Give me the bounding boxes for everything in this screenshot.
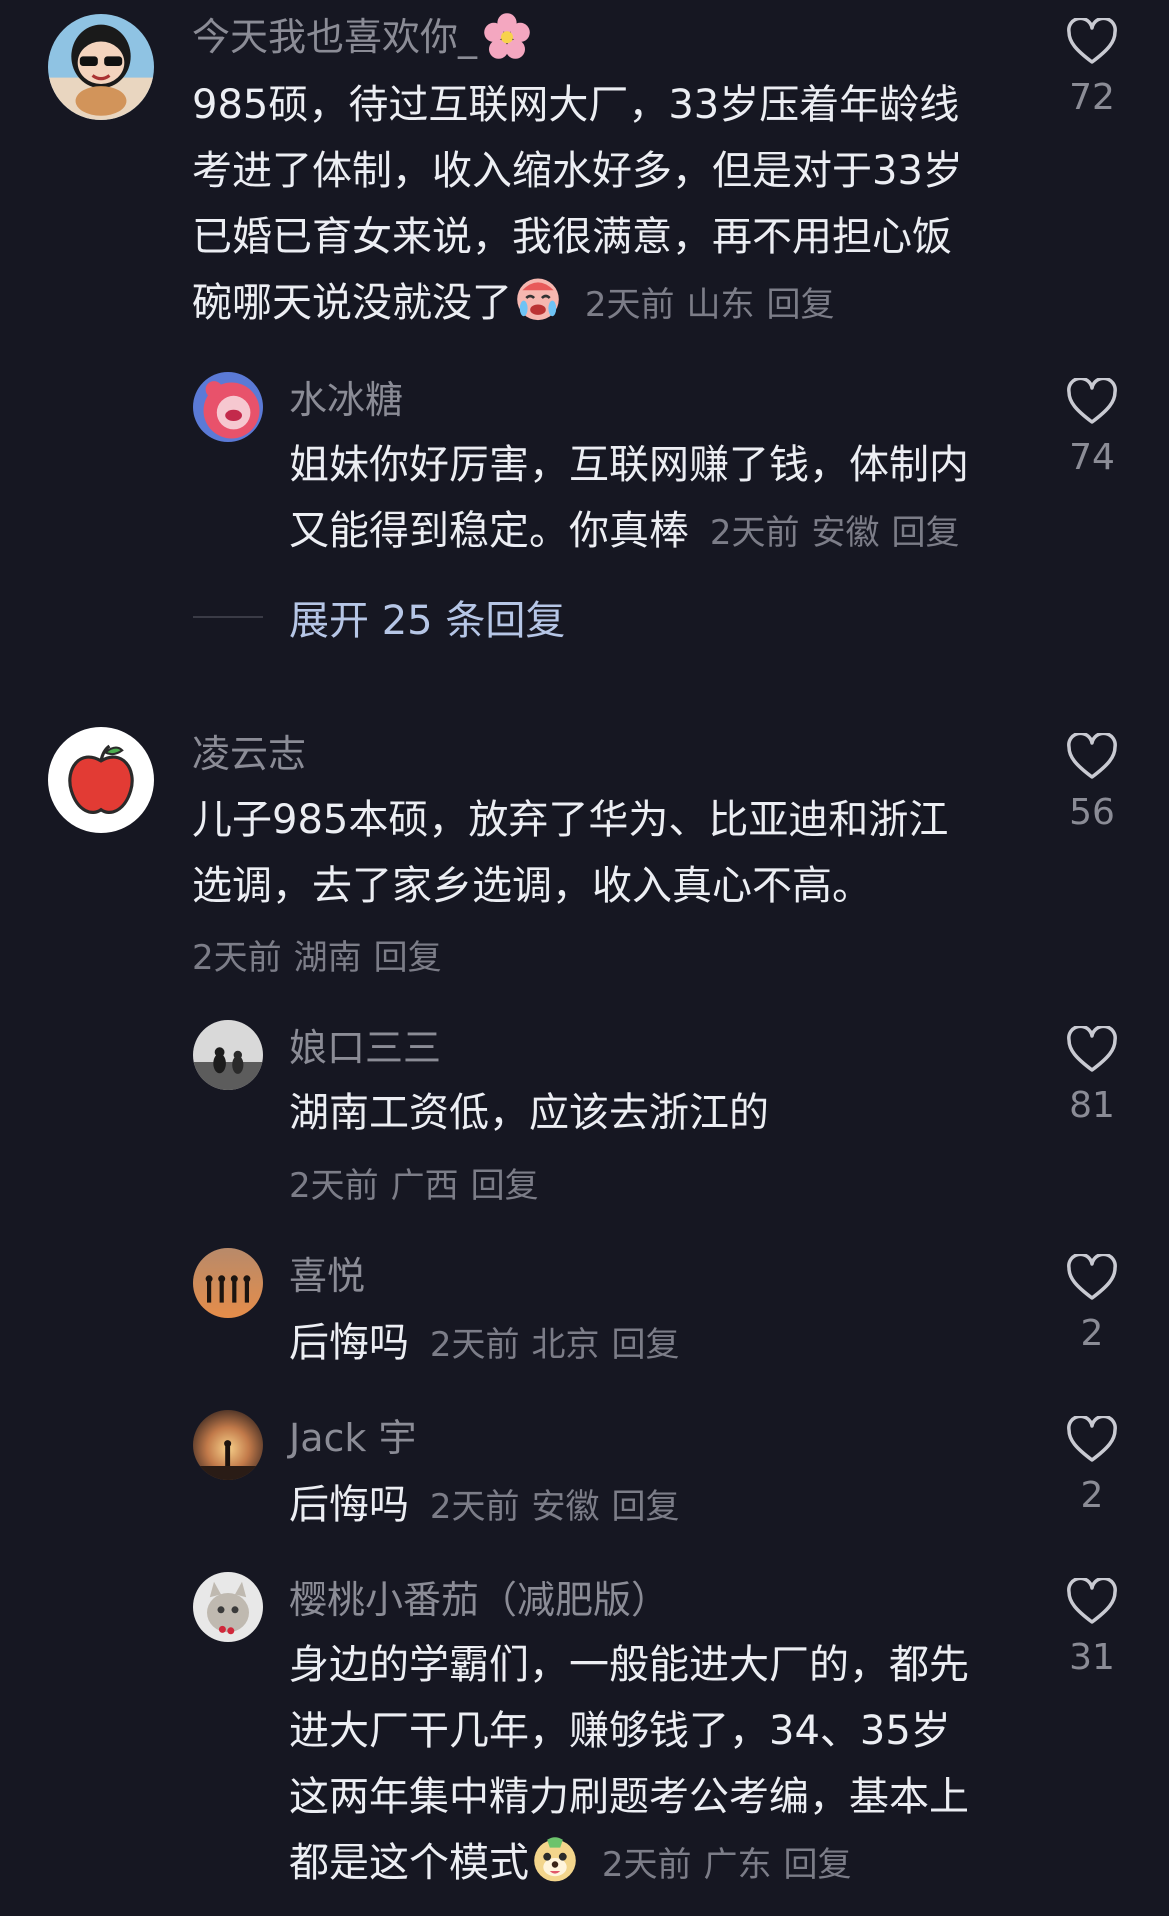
- like-button[interactable]: 2: [1060, 1416, 1124, 1518]
- cat-icon: [193, 1572, 263, 1642]
- comment-meta: 2天前 广西 回复: [289, 1166, 539, 1206]
- user-avatar[interactable]: [193, 1020, 263, 1090]
- divider: [193, 616, 263, 618]
- username[interactable]: 凌云志: [192, 730, 306, 778]
- comment-text: 儿子985本硕，放弃了华为、比亚迪和浙江 选调，去了家乡选调，收入真心不高。: [192, 797, 949, 909]
- like-button[interactable]: 2: [1060, 1254, 1124, 1356]
- comment-meta: 2天前 安徽 回复: [709, 513, 960, 553]
- heart-icon: [1067, 1578, 1117, 1624]
- comment-meta: 2天前 安徽 回复: [429, 1487, 680, 1527]
- sunset-figure-icon: [193, 1410, 263, 1480]
- like-button[interactable]: 56: [1060, 733, 1124, 835]
- like-count: 31: [1069, 1637, 1115, 1678]
- pink-bear-icon: [193, 372, 263, 442]
- comment-text: 姐妹你好厉害，互联网赚了钱，体制内 又能得到稳定。你真棒 2天前 安徽 回复: [289, 432, 971, 566]
- reply-button[interactable]: 回复: [783, 1845, 851, 1885]
- user-avatar[interactable]: [193, 1248, 263, 1318]
- username[interactable]: Jack 宇: [289, 1414, 416, 1462]
- like-count: 56: [1069, 792, 1115, 833]
- comment-text: 985硕，待过互联网大厂，33岁压着年龄线 考进了体制，收入缩水好多，但是对于3…: [192, 82, 963, 326]
- heart-icon: [1067, 1416, 1117, 1462]
- comment-meta: 2天前 湖南 回复: [192, 938, 442, 978]
- username[interactable]: 娘口三三: [289, 1024, 441, 1072]
- heart-icon: [1067, 1026, 1117, 1072]
- user-avatar[interactable]: [48, 727, 154, 833]
- heart-icon: [1067, 378, 1117, 424]
- reply-button[interactable]: 回复: [766, 285, 834, 325]
- like-count: 72: [1069, 77, 1115, 118]
- user-avatar[interactable]: [193, 372, 263, 442]
- crying-face-icon: [512, 272, 564, 324]
- girl-sunglasses-icon: [48, 14, 154, 120]
- reply-button[interactable]: 回复: [471, 1166, 539, 1206]
- like-button[interactable]: 72: [1060, 18, 1124, 120]
- heart-icon: [1067, 18, 1117, 64]
- reply-button[interactable]: 回复: [611, 1487, 679, 1527]
- cherry-blossom-icon: [483, 12, 531, 60]
- comment-text: 湖南工资低，应该去浙江的: [289, 1090, 769, 1136]
- reply-button[interactable]: 回复: [891, 513, 959, 553]
- username[interactable]: 喜悦: [289, 1252, 365, 1300]
- silhouettes-sunset-icon: [193, 1248, 263, 1318]
- like-count: 74: [1069, 437, 1115, 478]
- like-button[interactable]: 31: [1060, 1578, 1124, 1680]
- comment-text: 后悔吗 2天前 北京 回复: [289, 1310, 691, 1378]
- like-button[interactable]: 74: [1060, 378, 1124, 480]
- comment-meta: 2天前 广东 回复: [601, 1845, 852, 1885]
- reply-button[interactable]: 回复: [611, 1325, 679, 1365]
- user-avatar[interactable]: [193, 1572, 263, 1642]
- like-count: 81: [1069, 1085, 1115, 1126]
- like-button[interactable]: 81: [1060, 1026, 1124, 1128]
- like-count: 2: [1080, 1313, 1104, 1354]
- comment-text: 后悔吗 2天前 安徽 回复: [289, 1472, 691, 1540]
- username[interactable]: 今天我也喜欢你_: [192, 12, 531, 61]
- user-avatar[interactable]: [193, 1410, 263, 1480]
- like-count: 2: [1080, 1475, 1104, 1516]
- puppy-face-icon: [529, 1832, 581, 1884]
- heart-icon: [1067, 733, 1117, 779]
- heart-icon: [1067, 1254, 1117, 1300]
- comment-meta: 2天前 北京 回复: [429, 1325, 680, 1365]
- apple-icon: [48, 727, 154, 833]
- user-avatar[interactable]: [48, 14, 154, 120]
- comment-text: 身边的学霸们，一般能进大厂的，都先 进大厂干几年，赚够钱了，34、35岁 这两年…: [289, 1642, 969, 1886]
- username[interactable]: 水冰糖: [289, 376, 403, 424]
- expand-replies-button[interactable]: 展开 25 条回复: [193, 592, 565, 644]
- cats-icon: [193, 1020, 263, 1090]
- comment-meta: 2天前 山东 回复: [584, 285, 835, 325]
- username[interactable]: 樱桃小番茄（减肥版）: [289, 1576, 669, 1624]
- reply-button[interactable]: 回复: [374, 938, 442, 978]
